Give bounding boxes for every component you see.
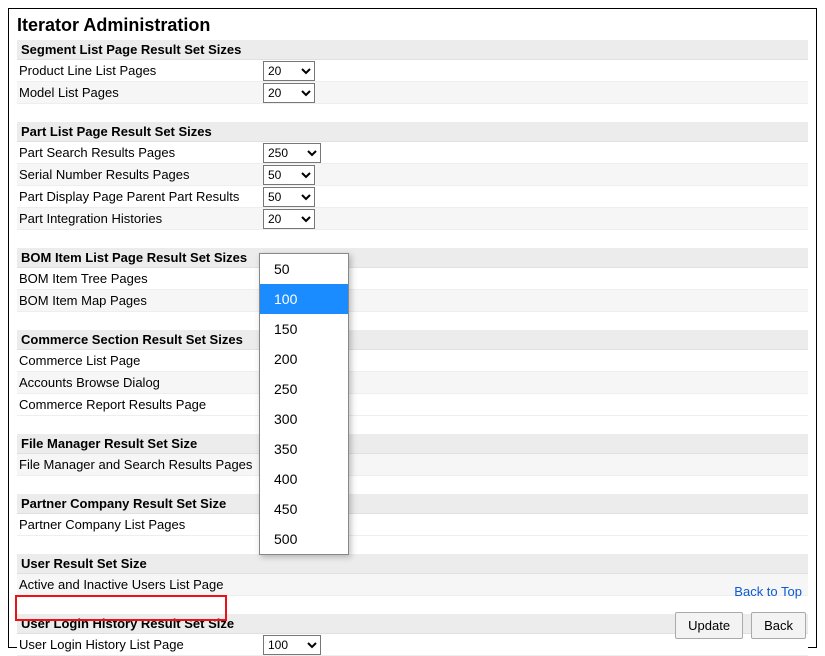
- label-model-list: Model List Pages: [17, 85, 263, 100]
- label-login-history: User Login History List Page: [17, 637, 263, 652]
- dropdown-option[interactable]: 200: [260, 344, 348, 374]
- select-serial-number[interactable]: 50: [263, 165, 315, 185]
- section-header-user: User Result Set Size: [17, 554, 808, 574]
- label-user-active: Active and Inactive Users List Page: [17, 577, 263, 592]
- dropdown-option[interactable]: 350: [260, 434, 348, 464]
- row-bom-map: BOM Item Map Pages: [17, 290, 808, 312]
- dropdown-option[interactable]: 450: [260, 494, 348, 524]
- back-to-top-link[interactable]: Back to Top: [734, 584, 802, 599]
- row-accounts-browse: Accounts Browse Dialog: [17, 372, 808, 394]
- row-part-search: Part Search Results Pages 250: [17, 142, 808, 164]
- update-button[interactable]: Update: [675, 612, 743, 639]
- section-header-part: Part List Page Result Set Sizes: [17, 122, 808, 142]
- dropdown-option[interactable]: 500: [260, 524, 348, 554]
- row-commerce-report: Commerce Report Results Page: [17, 394, 808, 416]
- label-bom-map: BOM Item Map Pages: [17, 293, 263, 308]
- dropdown-open-login-history[interactable]: 50 100 150 200 250 300 350 400 450 500: [259, 253, 349, 555]
- page-title: Iterator Administration: [17, 15, 808, 36]
- row-parent-part: Part Display Page Parent Part Results 50: [17, 186, 808, 208]
- row-serial-number: Serial Number Results Pages 50: [17, 164, 808, 186]
- dropdown-option[interactable]: 250: [260, 374, 348, 404]
- label-serial-number: Serial Number Results Pages: [17, 167, 263, 182]
- dropdown-option-selected[interactable]: 100: [260, 284, 348, 314]
- select-login-history[interactable]: 100: [263, 635, 321, 655]
- section-header-commerce: Commerce Section Result Set Sizes: [17, 330, 808, 350]
- select-part-search[interactable]: 250: [263, 143, 321, 163]
- admin-panel: Iterator Administration Segment List Pag…: [8, 8, 817, 648]
- dropdown-option[interactable]: 150: [260, 314, 348, 344]
- label-accounts-browse: Accounts Browse Dialog: [17, 375, 263, 390]
- label-commerce-list: Commerce List Page: [17, 353, 263, 368]
- row-partner-list: Partner Company List Pages: [17, 514, 808, 536]
- row-commerce-list: Commerce List Page: [17, 350, 808, 372]
- label-filemgr-search: File Manager and Search Results Pages: [17, 457, 263, 472]
- row-product-line: Product Line List Pages 20: [17, 60, 808, 82]
- row-integration-hist: Part Integration Histories 20: [17, 208, 808, 230]
- section-header-bom: BOM Item List Page Result Set Sizes: [17, 248, 808, 268]
- row-model-list: Model List Pages 20: [17, 82, 808, 104]
- select-model-list[interactable]: 20: [263, 83, 315, 103]
- select-parent-part[interactable]: 50: [263, 187, 315, 207]
- label-commerce-report: Commerce Report Results Page: [17, 397, 263, 412]
- dropdown-option[interactable]: 400: [260, 464, 348, 494]
- row-bom-tree: BOM Item Tree Pages: [17, 268, 808, 290]
- row-filemgr-search: File Manager and Search Results Pages: [17, 454, 808, 476]
- dropdown-option[interactable]: 50: [260, 254, 348, 284]
- row-user-active: Active and Inactive Users List Page: [17, 574, 808, 596]
- back-button[interactable]: Back: [751, 612, 806, 639]
- section-header-segment: Segment List Page Result Set Sizes: [17, 40, 808, 60]
- label-integration-hist: Part Integration Histories: [17, 211, 263, 226]
- label-partner-list: Partner Company List Pages: [17, 517, 263, 532]
- label-product-line: Product Line List Pages: [17, 63, 263, 78]
- label-parent-part: Part Display Page Parent Part Results: [17, 189, 263, 204]
- section-header-partner: Partner Company Result Set Size: [17, 494, 808, 514]
- label-bom-tree: BOM Item Tree Pages: [17, 271, 263, 286]
- select-integration-hist[interactable]: 20: [263, 209, 315, 229]
- dropdown-option[interactable]: 300: [260, 404, 348, 434]
- section-header-filemgr: File Manager Result Set Size: [17, 434, 808, 454]
- select-product-line[interactable]: 20: [263, 61, 315, 81]
- label-part-search: Part Search Results Pages: [17, 145, 263, 160]
- footer-buttons: Update Back: [675, 612, 806, 639]
